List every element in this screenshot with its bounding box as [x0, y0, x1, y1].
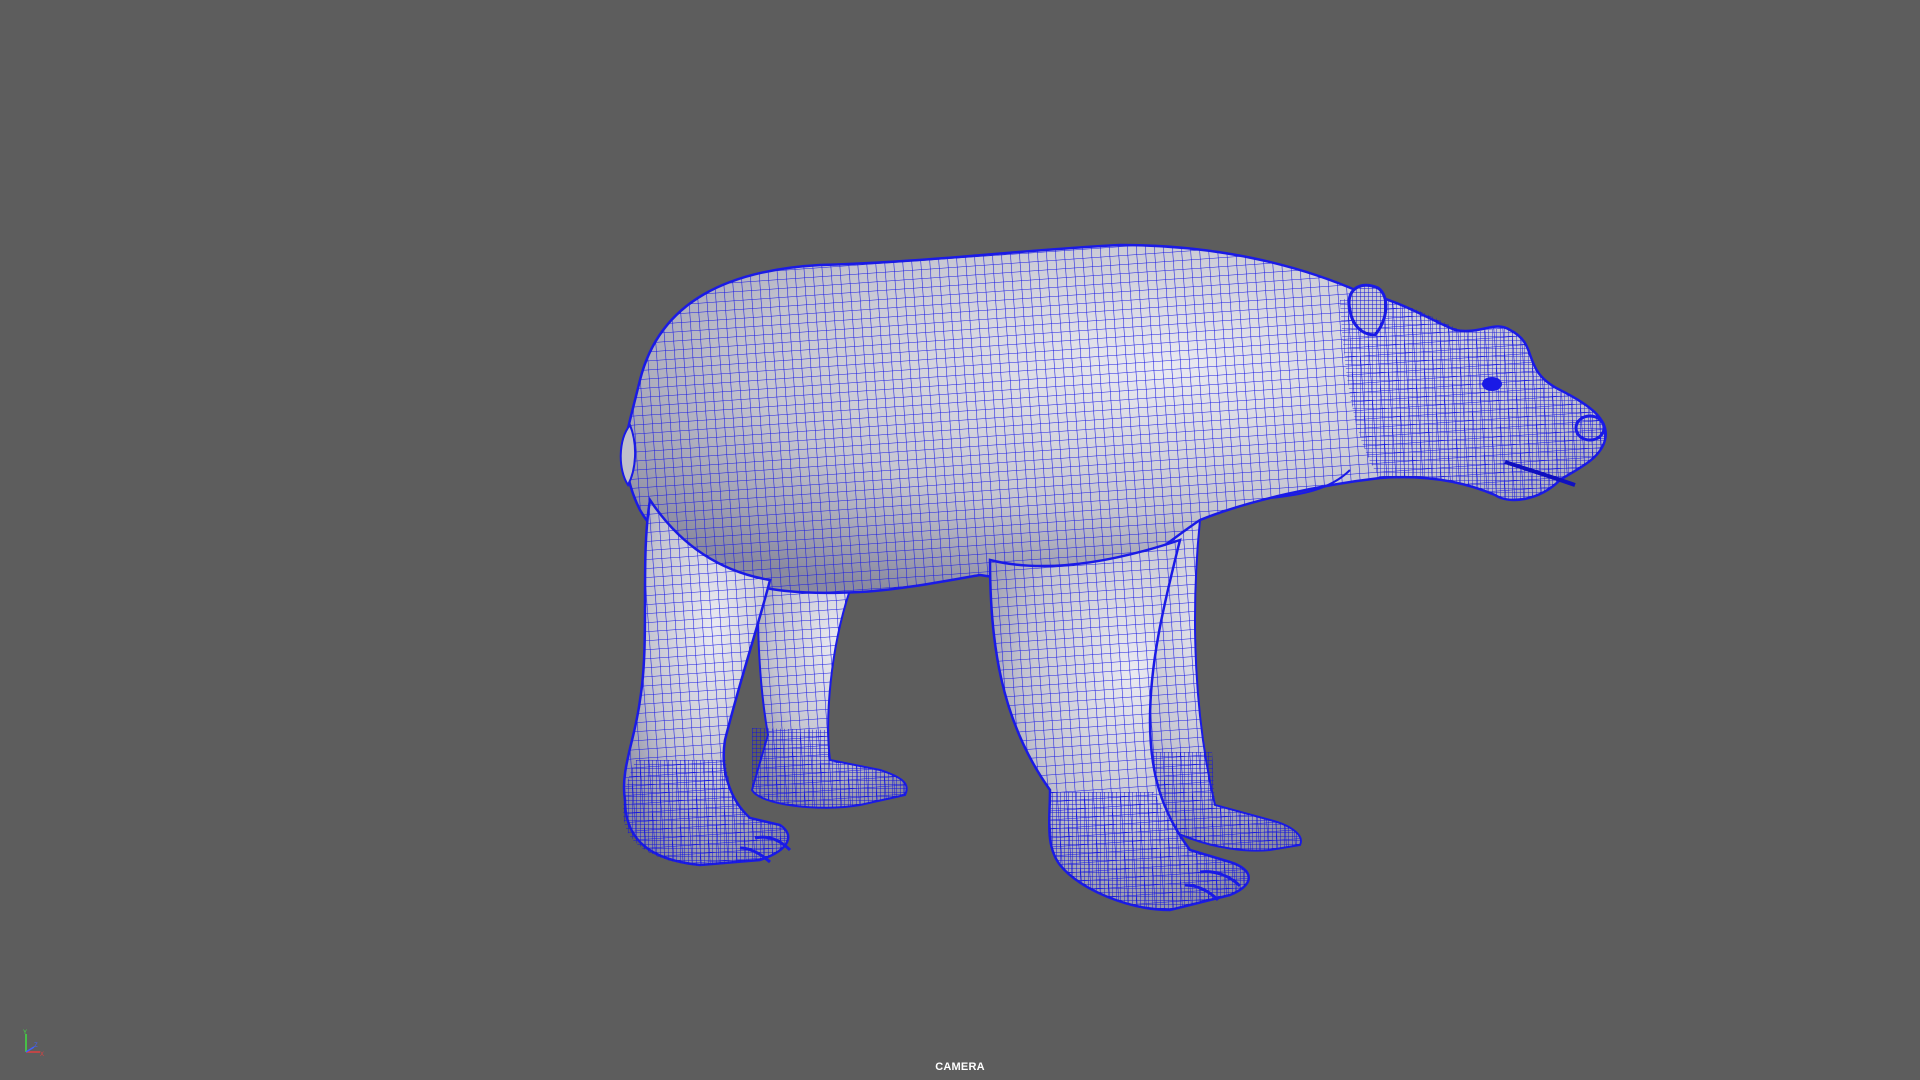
svg-text:X: X — [40, 1052, 44, 1058]
bear-wireframe-model[interactable] — [0, 0, 1920, 1080]
camera-name-label: CAMERA — [935, 1061, 985, 1073]
far-rear-leg — [750, 558, 908, 809]
svg-text:Z: Z — [34, 1043, 38, 1049]
svg-text:Y: Y — [23, 1030, 27, 1036]
bear-body — [619, 243, 1608, 595]
near-front-leg — [988, 538, 1250, 912]
3d-viewport[interactable]: Y X Z CAMERA — [0, 0, 1920, 1080]
axis-gizmo-icon: Y X Z — [23, 1030, 44, 1058]
